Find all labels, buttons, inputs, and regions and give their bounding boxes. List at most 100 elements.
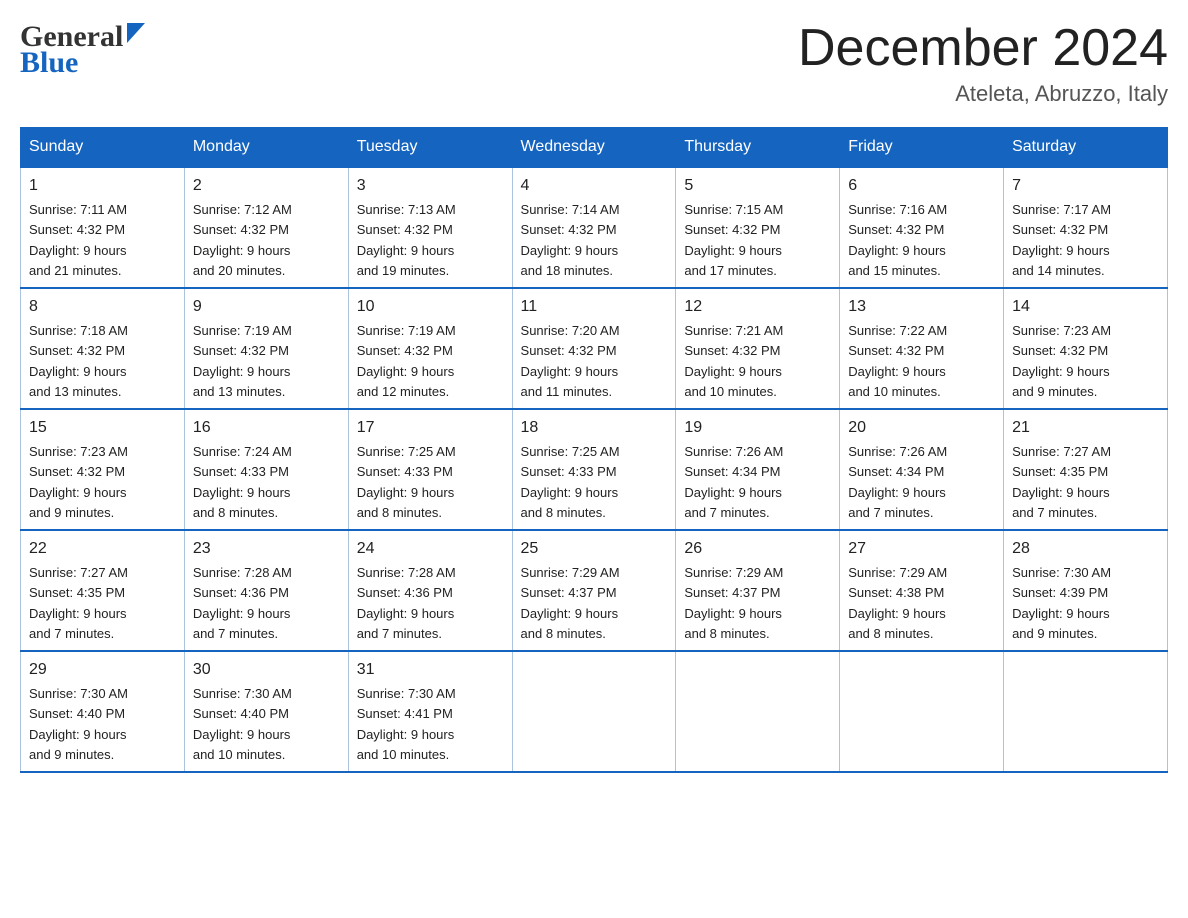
calendar-week-4: 22 Sunrise: 7:27 AMSunset: 4:35 PMDaylig… (21, 530, 1168, 651)
calendar-day: 8 Sunrise: 7:18 AMSunset: 4:32 PMDayligh… (21, 288, 185, 409)
calendar-day: 13 Sunrise: 7:22 AMSunset: 4:32 PMDaylig… (840, 288, 1004, 409)
day-header-friday: Friday (840, 128, 1004, 168)
logo-blue-text: Blue (20, 46, 78, 80)
day-info: Sunrise: 7:30 AMSunset: 4:40 PMDaylight:… (193, 686, 292, 762)
day-number: 5 (684, 174, 831, 198)
day-info: Sunrise: 7:27 AMSunset: 4:35 PMDaylight:… (29, 565, 128, 641)
calendar-day: 5 Sunrise: 7:15 AMSunset: 4:32 PMDayligh… (676, 167, 840, 288)
day-number: 12 (684, 295, 831, 319)
calendar-table: SundayMondayTuesdayWednesdayThursdayFrid… (20, 127, 1168, 773)
day-number: 16 (193, 416, 340, 440)
day-info: Sunrise: 7:26 AMSunset: 4:34 PMDaylight:… (848, 444, 947, 520)
calendar-day: 26 Sunrise: 7:29 AMSunset: 4:37 PMDaylig… (676, 530, 840, 651)
day-header-sunday: Sunday (21, 128, 185, 168)
day-info: Sunrise: 7:17 AMSunset: 4:32 PMDaylight:… (1012, 202, 1111, 278)
calendar-day: 22 Sunrise: 7:27 AMSunset: 4:35 PMDaylig… (21, 530, 185, 651)
day-number: 4 (521, 174, 668, 198)
day-number: 2 (193, 174, 340, 198)
day-info: Sunrise: 7:28 AMSunset: 4:36 PMDaylight:… (193, 565, 292, 641)
logo-arrow-icon (127, 23, 145, 48)
day-info: Sunrise: 7:20 AMSunset: 4:32 PMDaylight:… (521, 323, 620, 399)
calendar-day: 14 Sunrise: 7:23 AMSunset: 4:32 PMDaylig… (1004, 288, 1168, 409)
day-header-saturday: Saturday (1004, 128, 1168, 168)
calendar-day: 15 Sunrise: 7:23 AMSunset: 4:32 PMDaylig… (21, 409, 185, 530)
day-number: 23 (193, 537, 340, 561)
day-info: Sunrise: 7:12 AMSunset: 4:32 PMDaylight:… (193, 202, 292, 278)
calendar-day (676, 651, 840, 772)
location-title: Ateleta, Abruzzo, Italy (798, 81, 1168, 107)
day-info: Sunrise: 7:16 AMSunset: 4:32 PMDaylight:… (848, 202, 947, 278)
calendar-day: 29 Sunrise: 7:30 AMSunset: 4:40 PMDaylig… (21, 651, 185, 772)
day-header-monday: Monday (184, 128, 348, 168)
day-info: Sunrise: 7:29 AMSunset: 4:38 PMDaylight:… (848, 565, 947, 641)
day-number: 22 (29, 537, 176, 561)
day-info: Sunrise: 7:28 AMSunset: 4:36 PMDaylight:… (357, 565, 456, 641)
calendar-day: 28 Sunrise: 7:30 AMSunset: 4:39 PMDaylig… (1004, 530, 1168, 651)
day-info: Sunrise: 7:11 AMSunset: 4:32 PMDaylight:… (29, 202, 127, 278)
day-info: Sunrise: 7:19 AMSunset: 4:32 PMDaylight:… (193, 323, 292, 399)
day-number: 10 (357, 295, 504, 319)
month-title: December 2024 (798, 20, 1168, 77)
calendar-day: 6 Sunrise: 7:16 AMSunset: 4:32 PMDayligh… (840, 167, 1004, 288)
calendar-day: 16 Sunrise: 7:24 AMSunset: 4:33 PMDaylig… (184, 409, 348, 530)
calendar-day: 3 Sunrise: 7:13 AMSunset: 4:32 PMDayligh… (348, 167, 512, 288)
day-header-thursday: Thursday (676, 128, 840, 168)
day-info: Sunrise: 7:14 AMSunset: 4:32 PMDaylight:… (521, 202, 620, 278)
day-info: Sunrise: 7:18 AMSunset: 4:32 PMDaylight:… (29, 323, 128, 399)
day-info: Sunrise: 7:23 AMSunset: 4:32 PMDaylight:… (29, 444, 128, 520)
day-header-tuesday: Tuesday (348, 128, 512, 168)
day-number: 24 (357, 537, 504, 561)
calendar-week-1: 1 Sunrise: 7:11 AMSunset: 4:32 PMDayligh… (21, 167, 1168, 288)
calendar-day: 4 Sunrise: 7:14 AMSunset: 4:32 PMDayligh… (512, 167, 676, 288)
calendar-day: 31 Sunrise: 7:30 AMSunset: 4:41 PMDaylig… (348, 651, 512, 772)
day-number: 13 (848, 295, 995, 319)
calendar-day: 9 Sunrise: 7:19 AMSunset: 4:32 PMDayligh… (184, 288, 348, 409)
day-number: 21 (1012, 416, 1159, 440)
day-info: Sunrise: 7:21 AMSunset: 4:32 PMDaylight:… (684, 323, 783, 399)
day-info: Sunrise: 7:15 AMSunset: 4:32 PMDaylight:… (684, 202, 783, 278)
calendar-day (1004, 651, 1168, 772)
day-number: 25 (521, 537, 668, 561)
day-number: 27 (848, 537, 995, 561)
calendar-day: 19 Sunrise: 7:26 AMSunset: 4:34 PMDaylig… (676, 409, 840, 530)
day-number: 31 (357, 658, 504, 682)
day-info: Sunrise: 7:27 AMSunset: 4:35 PMDaylight:… (1012, 444, 1111, 520)
day-number: 6 (848, 174, 995, 198)
day-header-wednesday: Wednesday (512, 128, 676, 168)
day-info: Sunrise: 7:29 AMSunset: 4:37 PMDaylight:… (684, 565, 783, 641)
calendar-week-2: 8 Sunrise: 7:18 AMSunset: 4:32 PMDayligh… (21, 288, 1168, 409)
day-info: Sunrise: 7:13 AMSunset: 4:32 PMDaylight:… (357, 202, 456, 278)
title-section: December 2024 Ateleta, Abruzzo, Italy (798, 20, 1168, 107)
day-number: 18 (521, 416, 668, 440)
logo: General Blue (20, 20, 145, 80)
day-number: 14 (1012, 295, 1159, 319)
day-info: Sunrise: 7:19 AMSunset: 4:32 PMDaylight:… (357, 323, 456, 399)
calendar-day: 27 Sunrise: 7:29 AMSunset: 4:38 PMDaylig… (840, 530, 1004, 651)
day-info: Sunrise: 7:23 AMSunset: 4:32 PMDaylight:… (1012, 323, 1111, 399)
calendar-day: 10 Sunrise: 7:19 AMSunset: 4:32 PMDaylig… (348, 288, 512, 409)
calendar-day: 30 Sunrise: 7:30 AMSunset: 4:40 PMDaylig… (184, 651, 348, 772)
calendar-day: 25 Sunrise: 7:29 AMSunset: 4:37 PMDaylig… (512, 530, 676, 651)
calendar-day: 23 Sunrise: 7:28 AMSunset: 4:36 PMDaylig… (184, 530, 348, 651)
day-info: Sunrise: 7:24 AMSunset: 4:33 PMDaylight:… (193, 444, 292, 520)
calendar-day: 17 Sunrise: 7:25 AMSunset: 4:33 PMDaylig… (348, 409, 512, 530)
calendar-day: 11 Sunrise: 7:20 AMSunset: 4:32 PMDaylig… (512, 288, 676, 409)
day-number: 1 (29, 174, 176, 198)
day-number: 28 (1012, 537, 1159, 561)
day-number: 8 (29, 295, 176, 319)
calendar-day: 1 Sunrise: 7:11 AMSunset: 4:32 PMDayligh… (21, 167, 185, 288)
day-number: 3 (357, 174, 504, 198)
day-number: 17 (357, 416, 504, 440)
page-header: General Blue December 2024 Ateleta, Abru… (20, 20, 1168, 107)
day-number: 29 (29, 658, 176, 682)
day-number: 15 (29, 416, 176, 440)
calendar-day: 24 Sunrise: 7:28 AMSunset: 4:36 PMDaylig… (348, 530, 512, 651)
day-number: 9 (193, 295, 340, 319)
day-info: Sunrise: 7:25 AMSunset: 4:33 PMDaylight:… (357, 444, 456, 520)
day-number: 26 (684, 537, 831, 561)
day-number: 11 (521, 295, 668, 319)
calendar-day (840, 651, 1004, 772)
day-info: Sunrise: 7:25 AMSunset: 4:33 PMDaylight:… (521, 444, 620, 520)
calendar-week-5: 29 Sunrise: 7:30 AMSunset: 4:40 PMDaylig… (21, 651, 1168, 772)
calendar-day: 12 Sunrise: 7:21 AMSunset: 4:32 PMDaylig… (676, 288, 840, 409)
